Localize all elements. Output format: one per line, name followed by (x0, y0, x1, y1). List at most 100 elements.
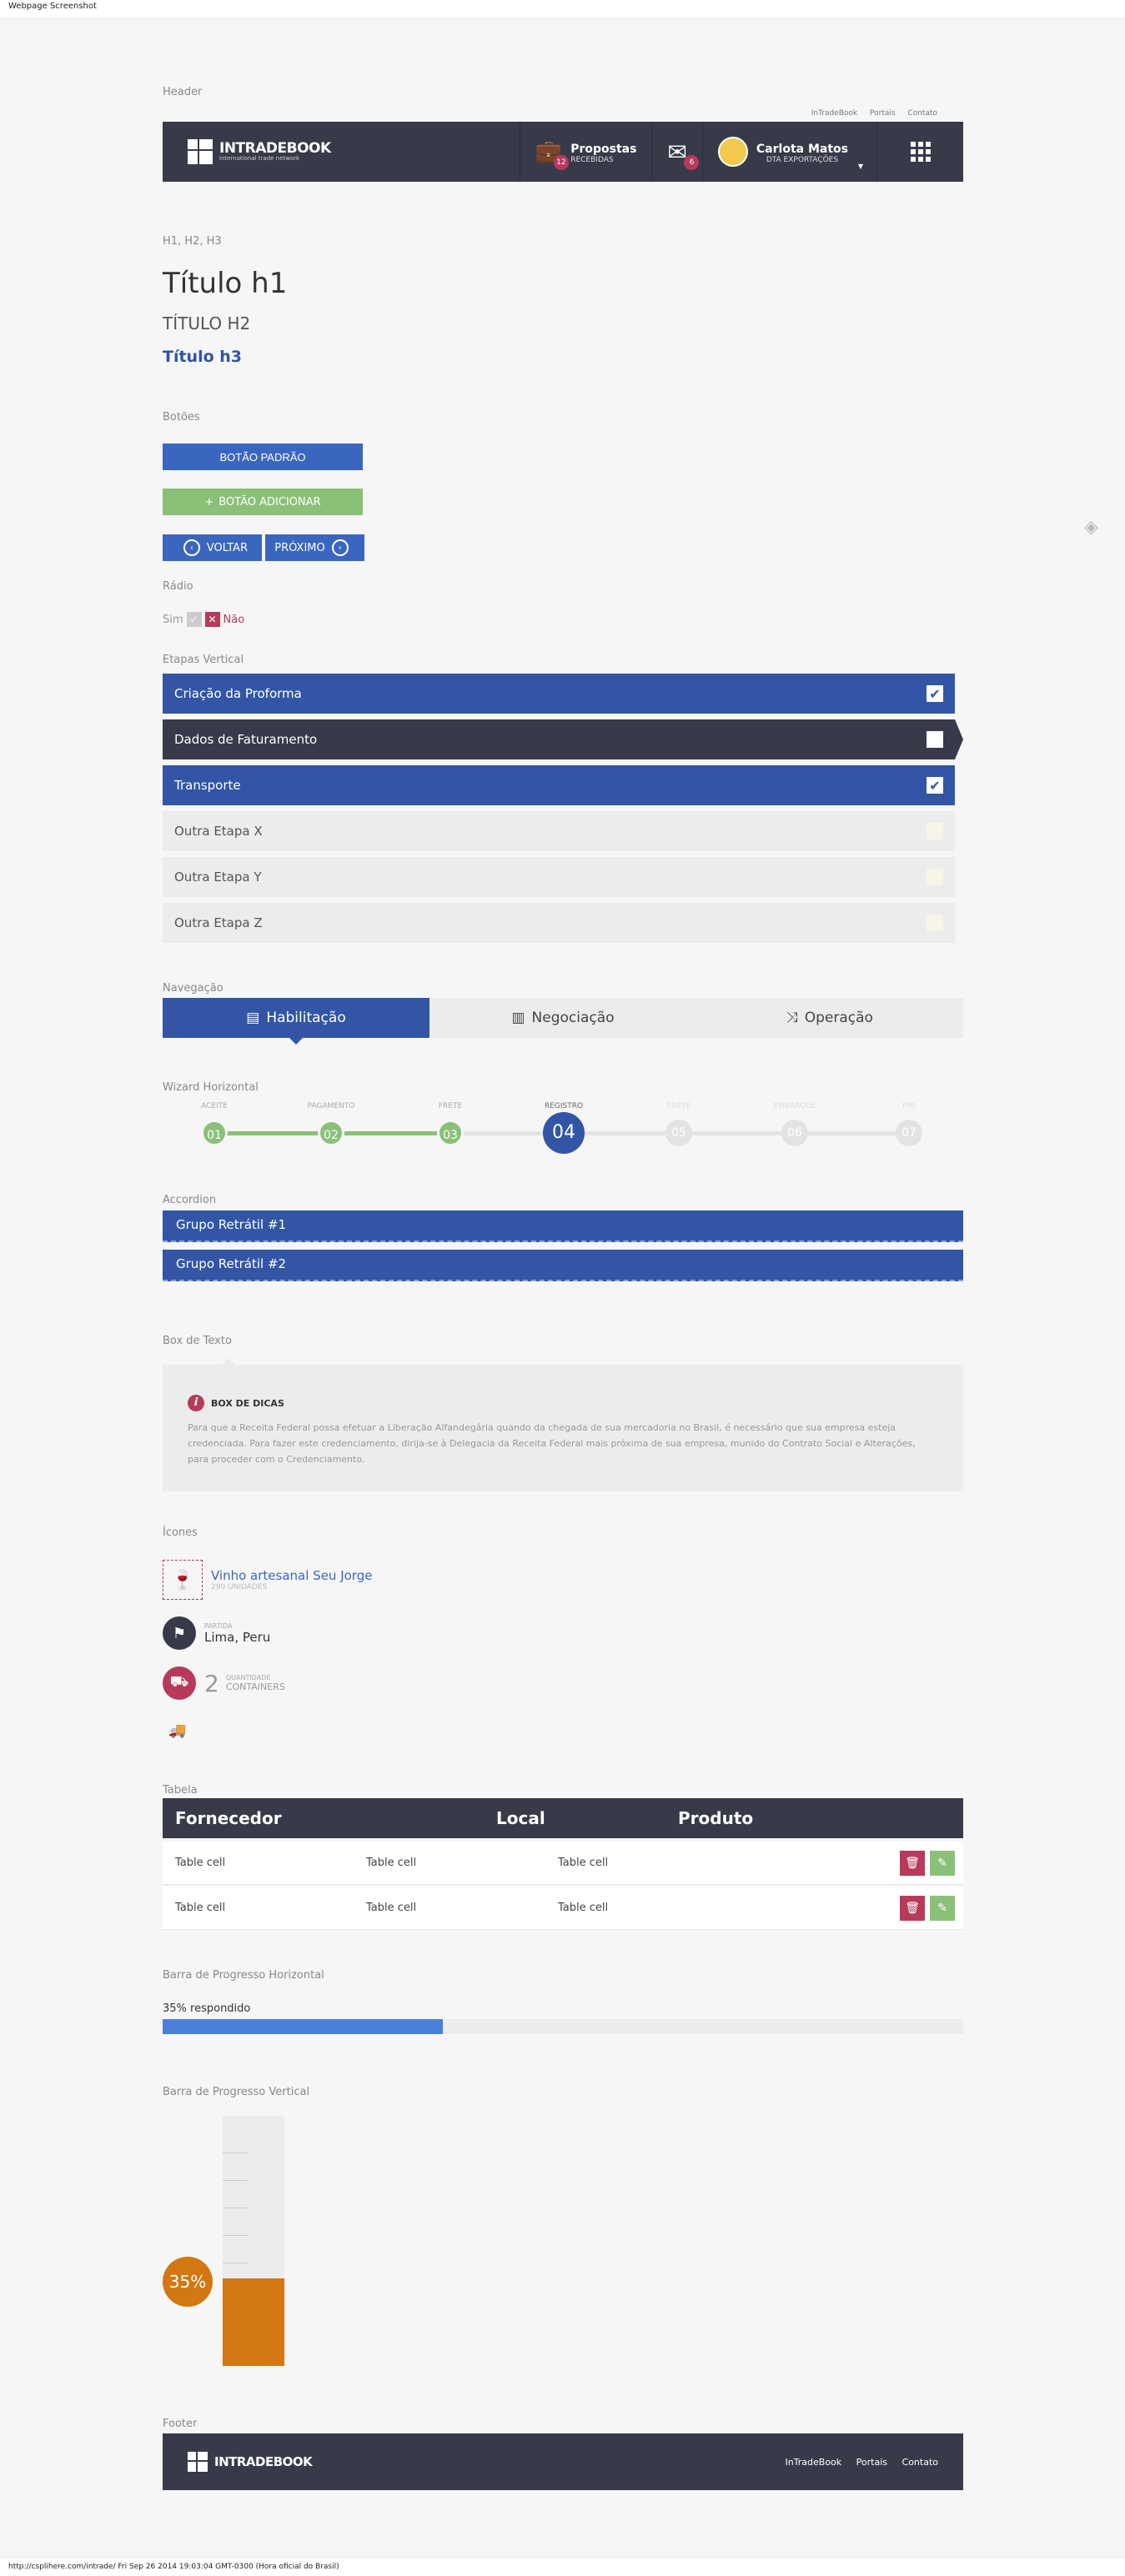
wizard-step[interactable]: 06 (781, 1120, 808, 1146)
back-button[interactable]: ‹ VOLTAR (163, 534, 262, 561)
add-button[interactable]: + BOTÃO ADICIONAR (163, 489, 363, 515)
section-label-wizard: Wizard Horizontal (163, 1081, 259, 1094)
quantity-number: 2 (204, 1669, 219, 1697)
messages-button[interactable]: ✉ 6 (651, 122, 701, 182)
radio-yes-label: Sim (163, 613, 183, 626)
column-header[interactable]: Produto (678, 1808, 753, 1828)
proposals-label: Propostas (570, 142, 637, 156)
edit-icon[interactable]: ✎ (930, 1850, 955, 1876)
wizard-step[interactable]: 04 (543, 1112, 585, 1154)
trash-icon[interactable]: 🗑 (900, 1850, 925, 1876)
wizard-step-label: REGISTRO (544, 1102, 584, 1110)
section-label-textbox: Box de Texto (163, 1335, 232, 1347)
accordion-group-1[interactable]: Grupo Retrátil #1 (163, 1210, 963, 1242)
logo-name: INTRADEBOOK (219, 140, 331, 157)
column-header[interactable]: Fornecedor (175, 1808, 282, 1828)
wizard-step[interactable]: 05 (665, 1120, 692, 1146)
table-row: Table cell Table cell Table cell 🗑 ✎ (163, 1887, 963, 1930)
wizard-step-label: ACEITE (201, 1102, 228, 1110)
footer-logo-name: INTRADEBOOK (214, 2454, 313, 2469)
column-header[interactable]: Local (496, 1808, 545, 1828)
app-footer: INTRADEBOOK InTradeBook Portais Contato (163, 2433, 963, 2490)
grid-icon (910, 142, 931, 162)
step-label: Criação da Proforma (174, 686, 302, 701)
toplink-intradebook[interactable]: InTradeBook (811, 109, 857, 118)
wizard-step[interactable]: 02 (318, 1120, 344, 1146)
proposals-badge: 12 (553, 155, 569, 170)
user-company: DTA EXPORTAÇÕES (766, 155, 839, 164)
proposals-button[interactable]: 💼 12 Propostas RECEBIDAS (519, 122, 652, 182)
capture-title: Webpage Screenshot (0, 0, 1125, 17)
info-icon: i (188, 1395, 204, 1411)
step-item-current[interactable]: Dados de Faturamento (163, 719, 963, 759)
departure-value: Lima, Peru (204, 1629, 271, 1645)
section-label-accordion: Accordion (163, 1194, 217, 1206)
wizard-step-label: PAGAMENTO (307, 1102, 355, 1110)
toplink-contato[interactable]: Contato (907, 109, 937, 118)
default-button[interactable]: BOTÃO PADRÃO (163, 444, 363, 470)
vertical-progress-fill (223, 2278, 284, 2366)
edit-icon[interactable]: ✎ (930, 1895, 955, 1921)
wizard-step[interactable]: 03 (437, 1120, 464, 1146)
footer-logo[interactable]: INTRADEBOOK (188, 2452, 313, 2472)
step-item[interactable]: Transporte ✔ (163, 765, 955, 805)
quantity-label: QUANTIDADE (225, 1674, 271, 1681)
tab-label: Operação (804, 1010, 873, 1026)
user-name: Carlota Matos (756, 142, 848, 156)
step-item[interactable]: Outra Etapa X (163, 811, 955, 851)
avatar (717, 137, 748, 167)
user-menu[interactable]: Carlota Matos DTA EXPORTAÇÕES ▼ (701, 122, 876, 182)
table-cell: Table cell (558, 1902, 609, 1914)
messages-badge: 6 (684, 155, 700, 170)
document-icon: ▤ (246, 1010, 260, 1026)
tab-negociacao[interactable]: ▥ Negociação (429, 998, 696, 1038)
tab-habilitacao[interactable]: ▤ Habilitação (163, 998, 429, 1045)
step-item[interactable]: Criação da Proforma ✔ (163, 674, 955, 714)
footer-link-portais[interactable]: Portais (856, 2457, 887, 2468)
horizontal-progress-fill (163, 2019, 443, 2034)
back-button-label: VOLTAR (206, 541, 249, 554)
product-units: 290 UNIDADES (211, 1583, 268, 1591)
clipboard-icon: ▥ (511, 1010, 525, 1026)
step-item[interactable]: Outra Etapa Y (163, 857, 955, 897)
wizard-step-label: EMBARQUE (773, 1102, 816, 1110)
checkbox-empty-icon (927, 823, 943, 839)
radio-no[interactable]: ✕ (204, 612, 220, 627)
checkbox-empty-icon (927, 915, 943, 931)
tab-label: Negociação (531, 1010, 615, 1026)
proposals-sublabel: RECEBIDAS (570, 155, 614, 164)
tab-operacao[interactable]: ⤨ Operação (696, 998, 963, 1038)
quantity-item: ⛟ 2 QUANTIDADE CONTAINERS (163, 1666, 285, 1700)
heading-h2: TÍTULO H2 (163, 313, 251, 333)
section-label-header: Header (163, 86, 203, 98)
chevron-down-icon: ▼ (857, 163, 863, 170)
footer-link-intradebook[interactable]: InTradeBook (785, 2457, 841, 2468)
section-label-hprogress: Barra de Progresso Horizontal (163, 1969, 324, 1982)
checkbox-empty-icon (927, 731, 943, 748)
wizard-step[interactable]: 01 (201, 1120, 228, 1146)
wizard-step[interactable]: 07 (896, 1120, 922, 1146)
section-label-headings: H1, H2, H3 (163, 235, 222, 248)
logo[interactable]: INTRADEBOOK international trade network (188, 139, 331, 164)
arrow-right-icon: › (331, 539, 349, 556)
step-label: Outra Etapa Y (174, 870, 262, 885)
product-item[interactable]: 🍷 Vinho artesanal Seu Jorge 290 UNIDADES (163, 1560, 372, 1600)
apps-grid-button[interactable] (876, 122, 963, 182)
toplink-portais[interactable]: Portais (870, 109, 896, 118)
step-label: Transporte (174, 778, 241, 793)
section-label-steps: Etapas Vertical (163, 654, 244, 666)
hand-truck-icon: ⛟ (163, 1666, 196, 1700)
radio-yes[interactable]: ✓ (186, 612, 202, 627)
next-button-label: PRÓXIMO (274, 541, 325, 554)
table-cell: Table cell (175, 1902, 226, 1914)
table-cell: Table cell (366, 1902, 417, 1914)
side-toggle-icon[interactable]: ◈ (1084, 517, 1107, 538)
trash-icon[interactable]: 🗑 (900, 1895, 925, 1921)
table-cell: Table cell (175, 1857, 226, 1869)
footer-link-contato[interactable]: Contato (902, 2457, 938, 2468)
next-button[interactable]: PRÓXIMO › (265, 534, 364, 561)
step-label: Outra Etapa X (174, 824, 263, 839)
accordion-group-2[interactable]: Grupo Retrátil #2 (163, 1250, 963, 1281)
tab-label: Habilitação (266, 1010, 346, 1026)
step-item[interactable]: Outra Etapa Z (163, 903, 955, 943)
